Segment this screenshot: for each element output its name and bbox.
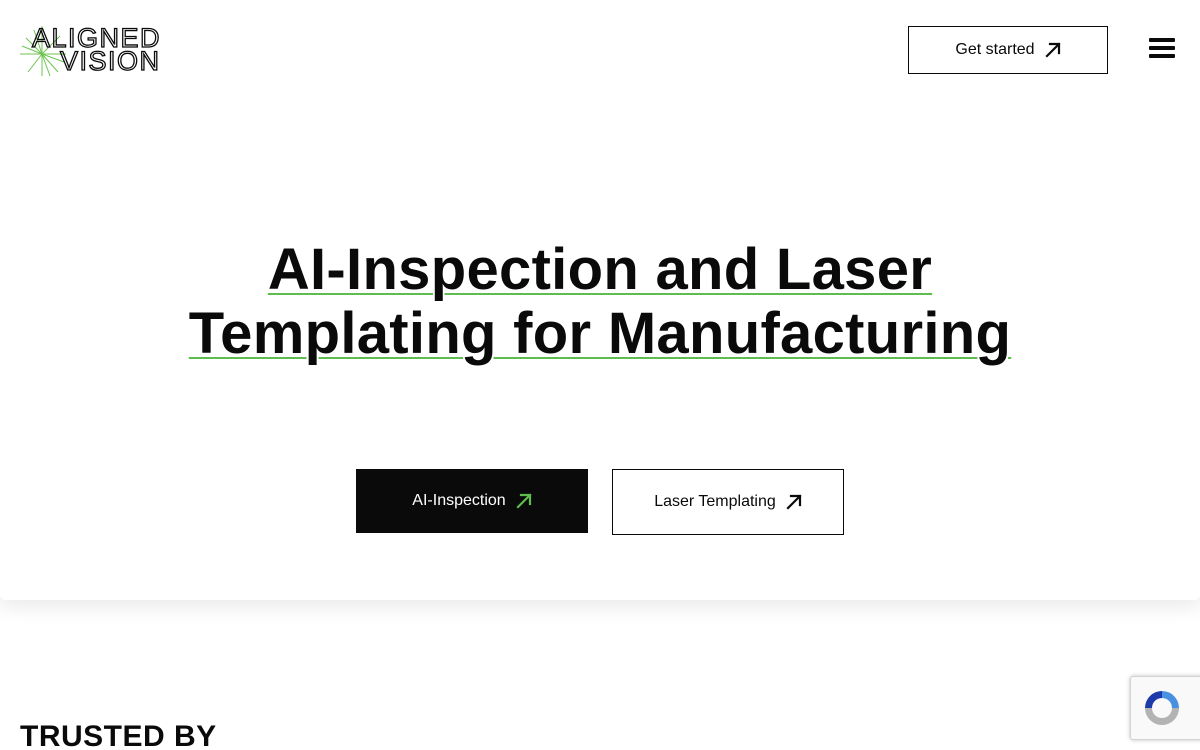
recaptcha-icon bbox=[1145, 691, 1179, 725]
headline-line-2: Templating for Manufacturing bbox=[188, 301, 1012, 366]
get-started-button[interactable]: Get started bbox=[908, 26, 1108, 74]
laser-templating-button[interactable]: Laser Templating bbox=[612, 469, 844, 535]
logo-text-bottom: VISION bbox=[60, 46, 161, 76]
arrow-up-right-icon bbox=[1045, 42, 1061, 58]
arrow-up-right-icon bbox=[786, 494, 802, 510]
get-started-label: Get started bbox=[955, 41, 1035, 58]
hamburger-menu-icon[interactable] bbox=[1149, 38, 1175, 62]
headline-line-1: AI-Inspection and Laser bbox=[267, 237, 933, 302]
laser-templating-label: Laser Templating bbox=[654, 493, 776, 510]
logo-mark: ALIGNED VISION bbox=[20, 22, 161, 77]
page: ALIGNED VISION Get started AI-Inspection… bbox=[0, 0, 1200, 750]
ai-inspection-label: AI-Inspection bbox=[412, 492, 506, 509]
ai-inspection-button[interactable]: AI-Inspection bbox=[356, 469, 588, 533]
hero-headline: AI-Inspection and Laser Templating for M… bbox=[0, 238, 1200, 366]
trusted-by-heading: TRUSTED BY bbox=[20, 720, 217, 750]
hero-section: ALIGNED VISION Get started AI-Inspection… bbox=[0, 0, 1200, 600]
logo[interactable]: ALIGNED VISION bbox=[18, 20, 218, 78]
recaptcha-badge[interactable] bbox=[1130, 676, 1200, 740]
arrow-up-right-icon bbox=[516, 493, 532, 509]
